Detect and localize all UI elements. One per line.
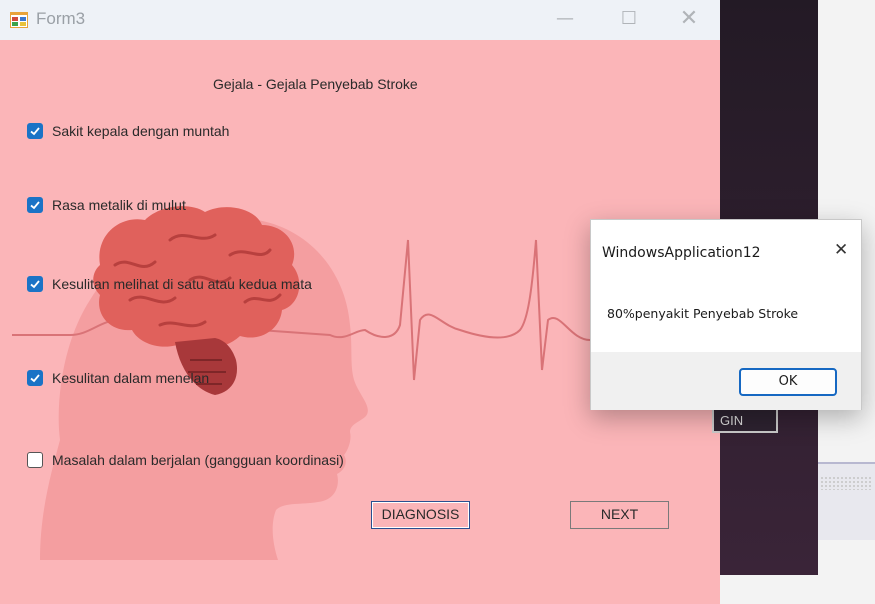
dialog-footer: OK: [591, 352, 861, 410]
checkbox-checked[interactable]: [27, 123, 43, 139]
checkmark-icon: [30, 127, 40, 136]
message-box-dialog: WindowsApplication12 ✕ 80%penyakit Penye…: [590, 219, 862, 410]
checkbox-unchecked[interactable]: [27, 452, 43, 468]
background-panel: [818, 462, 875, 540]
symptom-label: Sakit kepala dengan muntah: [52, 123, 230, 139]
symptom-label: Kesulitan dalam menelan: [52, 370, 210, 386]
symptom-label: Rasa metalik di mulut: [52, 197, 186, 213]
next-button[interactable]: NEXT: [570, 501, 669, 529]
dialog-title: WindowsApplication12: [602, 245, 761, 261]
symptom-checkbox-5[interactable]: Masalah dalam berjalan (gangguan koordin…: [27, 452, 344, 468]
dialog-close-icon[interactable]: ✕: [834, 240, 848, 260]
windows-form-icon: [10, 12, 28, 28]
symptom-label: Masalah dalam berjalan (gangguan koordin…: [52, 452, 344, 468]
close-button[interactable]: ✕: [669, 4, 709, 34]
checkbox-checked[interactable]: [27, 276, 43, 292]
checkmark-icon: [30, 280, 40, 289]
checkmark-icon: [30, 201, 40, 210]
symptom-checkbox-2[interactable]: Rasa metalik di mulut: [27, 197, 186, 213]
minimize-button[interactable]: —: [545, 4, 585, 34]
checkbox-checked[interactable]: [27, 197, 43, 213]
dotted-pattern: [820, 476, 873, 490]
maximize-button[interactable]: ☐: [609, 4, 649, 34]
ok-button[interactable]: OK: [739, 368, 837, 396]
checkmark-icon: [30, 374, 40, 383]
checkbox-checked[interactable]: [27, 370, 43, 386]
title-bar[interactable]: Form3 — ☐ ✕: [0, 0, 720, 40]
dialog-message: 80%penyakit Penyebab Stroke: [607, 306, 799, 321]
symptom-checkbox-1[interactable]: Sakit kepala dengan muntah: [27, 123, 229, 139]
background-login-button[interactable]: GIN: [712, 408, 778, 433]
symptom-checkbox-4[interactable]: Kesulitan dalam menelan: [27, 370, 209, 386]
diagnosis-button[interactable]: DIAGNOSIS: [371, 501, 470, 529]
symptom-label: Kesulitan melihat di satu atau kedua mat…: [52, 276, 312, 292]
window-title: Form3: [36, 9, 86, 28]
symptom-checkbox-3[interactable]: Kesulitan melihat di satu atau kedua mat…: [27, 276, 312, 292]
